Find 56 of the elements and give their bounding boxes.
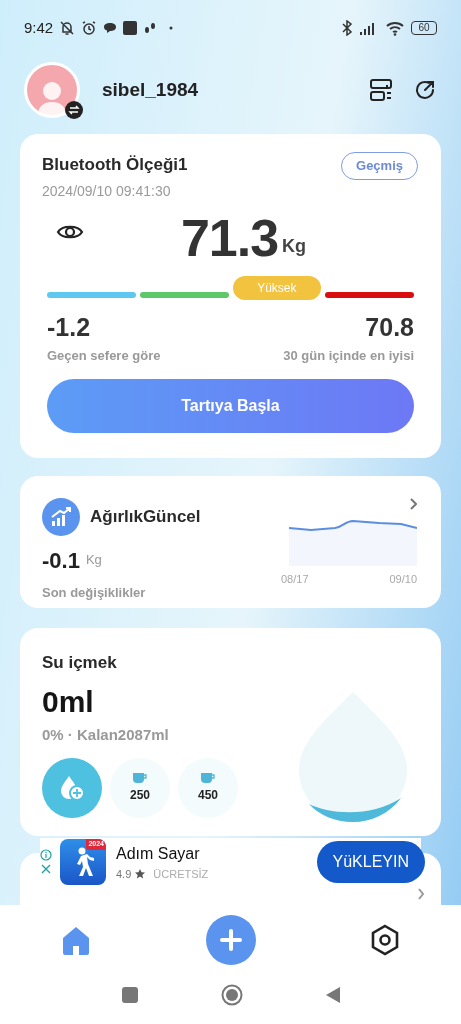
clock-time: 9:42 [24, 17, 54, 38]
chevron-right-icon[interactable] [409, 498, 417, 510]
username: sibel_1984 [102, 77, 199, 102]
close-icon[interactable] [40, 863, 52, 875]
stat-label: Geçen sefere göre [47, 346, 161, 365]
card-title: AğırlıkGüncel [90, 506, 201, 529]
change-value: -0.1 [42, 547, 80, 575]
info-icon[interactable] [40, 849, 52, 861]
person-silhouette-icon [37, 79, 67, 115]
cup-icon [200, 772, 216, 784]
trend-chart-icon [42, 498, 80, 536]
bluetooth-icon [341, 20, 353, 36]
axis-label: 09/10 [389, 572, 417, 587]
footprints-icon [143, 21, 158, 35]
home-icon[interactable] [60, 924, 92, 956]
weight-trend-card[interactable]: AğırlıkGüncel -0.1 Kg Son değişiklikler 08/17 09/10 [20, 476, 441, 608]
muted-bell-icon [59, 20, 76, 36]
star-icon [135, 869, 146, 879]
app-price: ÜCRETSİZ [153, 866, 209, 882]
install-button[interactable]: YüKLEYIN [316, 841, 425, 883]
app-name: Adım Sayar [116, 843, 201, 864]
stat-value: 70.8 [365, 311, 414, 342]
water-card[interactable]: Su içmek 0ml 0% · Kalan2087ml 250 450 [20, 628, 441, 836]
change-unit: Kg [85, 550, 102, 569]
settings-icon[interactable] [369, 924, 401, 956]
measurement-timestamp: 2024/09/10 09:41:30 [42, 181, 172, 201]
refresh-icon[interactable] [413, 78, 437, 102]
weight-value: 71.3 [180, 209, 279, 266]
chevron-right-icon[interactable] [417, 888, 425, 900]
circle-icon[interactable] [220, 983, 243, 1006]
water-amount: 0ml [42, 683, 95, 720]
device-layout-icon[interactable] [369, 78, 393, 102]
app-square-icon [123, 21, 138, 35]
card-caption: Son değişiklikler [42, 584, 147, 602]
stat-label: 30 gün içinde en iyisi [283, 346, 414, 365]
axis-label: 08/17 [281, 572, 309, 587]
weight-unit: Kg [282, 234, 307, 258]
battery-indicator: 60 [411, 21, 437, 35]
square-icon[interactable] [120, 985, 139, 1004]
app-rating: 4.9 [116, 866, 132, 882]
drop-plus-icon [58, 774, 86, 802]
device-name: Bluetooth Ölçeği1 [42, 154, 188, 176]
back-triangle-icon[interactable] [324, 985, 341, 1004]
card-title: Su içmek [42, 652, 118, 674]
stat-value: -1.2 [47, 311, 91, 342]
chat-bubble-icon [103, 21, 118, 35]
wifi-icon [385, 20, 405, 36]
range-badge: Yüksek [232, 275, 322, 300]
cup-icon [132, 772, 148, 784]
cup-size-button[interactable]: 250 [110, 758, 170, 818]
alarm-clock-icon [81, 20, 98, 36]
water-summary: 0% · Kalan2087ml [42, 724, 170, 745]
switch-arrows-icon[interactable] [65, 101, 83, 119]
avatar[interactable] [24, 62, 80, 118]
add-icon[interactable] [205, 915, 256, 965]
cup-size-button[interactable]: 450 [178, 758, 238, 818]
